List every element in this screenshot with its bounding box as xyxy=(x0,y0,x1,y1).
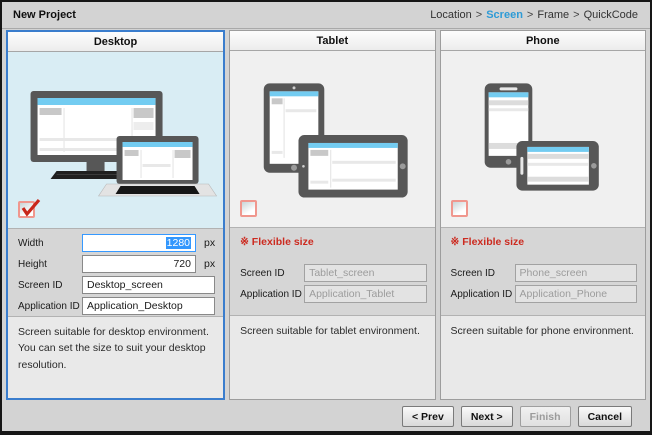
breadcrumb-separator: > xyxy=(527,9,533,21)
column-header-desktop: Desktop xyxy=(8,32,223,52)
desktop-checkbox[interactable] xyxy=(18,201,35,218)
phone-description: Screen suitable for phone environment. xyxy=(441,315,645,399)
desktop-description-line: Screen suitable for desktop environment. xyxy=(18,324,213,340)
spacer xyxy=(240,250,426,264)
phone-description-line: Screen suitable for phone environment. xyxy=(451,323,635,339)
width-label: Width xyxy=(18,238,82,249)
screen-id-label: Screen ID xyxy=(18,280,82,291)
cancel-button[interactable]: Cancel xyxy=(578,406,632,427)
breadcrumb-item-screen[interactable]: Screen xyxy=(486,9,523,21)
page-title: New Project xyxy=(13,9,76,21)
phone-checkbox[interactable] xyxy=(451,200,468,217)
phone-illustration xyxy=(441,51,645,227)
breadcrumb: Location > Screen > Frame > QuickCode xyxy=(430,9,638,21)
column-header-phone: Phone xyxy=(441,31,645,51)
tablet-canvas xyxy=(230,51,434,227)
title-bar: New Project Location > Screen > Frame > … xyxy=(2,2,650,29)
breadcrumb-item-frame[interactable]: Frame xyxy=(537,9,569,21)
desktop-description: Screen suitable for desktop environment.… xyxy=(8,316,223,398)
footer-button-bar: < Prev Next > Finish Cancel xyxy=(402,406,632,427)
phone-application-id-input: Application_Phone xyxy=(515,285,637,303)
application-id-label: Application ID xyxy=(451,289,515,300)
column-header-tablet: Tablet xyxy=(230,31,434,51)
screen-id-field-row: Screen ID Desktop_screen xyxy=(18,276,215,294)
screen-id-field-row: Screen ID Tablet_screen xyxy=(240,264,426,282)
checkmark-icon xyxy=(19,197,43,219)
height-label: Height xyxy=(18,259,82,270)
tablet-description: Screen suitable for tablet environment. xyxy=(230,315,434,399)
column-desktop[interactable]: Desktop xyxy=(6,30,225,400)
screen-id-field-row: Screen ID Phone_screen xyxy=(451,264,637,282)
width-selected-value: 1280 xyxy=(166,237,191,249)
application-id-label: Application ID xyxy=(18,301,82,312)
tablet-application-id-input: Application_Tablet xyxy=(304,285,426,303)
phone-screen-id-input: Phone_screen xyxy=(515,264,637,282)
desktop-canvas xyxy=(8,52,223,228)
breadcrumb-separator: > xyxy=(573,9,579,21)
screen-id-label: Screen ID xyxy=(451,268,515,279)
device-columns: Desktop xyxy=(6,30,646,400)
desktop-screen-id-input[interactable]: Desktop_screen xyxy=(82,276,215,294)
breadcrumb-item-quickcode[interactable]: QuickCode xyxy=(584,9,638,21)
application-id-field-row: Application ID Application_Phone xyxy=(451,285,637,303)
finish-button: Finish xyxy=(520,406,571,427)
column-phone[interactable]: Phone xyxy=(440,30,646,400)
breadcrumb-separator: > xyxy=(476,9,482,21)
tablet-flexible-size-note: ※ Flexible size xyxy=(240,236,426,250)
tablet-description-line: Screen suitable for tablet environment. xyxy=(240,323,424,339)
phone-flexible-size-note: ※ Flexible size xyxy=(451,236,637,250)
tablet-screen-id-input: Tablet_screen xyxy=(304,264,426,282)
application-id-field-row: Application ID Application_Desktop xyxy=(18,297,215,315)
height-unit-label: px xyxy=(204,258,215,270)
desktop-application-id-input[interactable]: Application_Desktop xyxy=(82,297,215,315)
breadcrumb-item-location[interactable]: Location xyxy=(430,9,472,21)
height-input[interactable]: 720 xyxy=(82,255,196,273)
phone-canvas xyxy=(441,51,645,227)
column-tablet[interactable]: Tablet xyxy=(229,30,435,400)
prev-button[interactable]: < Prev xyxy=(402,406,454,427)
screen-id-label: Screen ID xyxy=(240,268,304,279)
new-project-dialog: New Project Location > Screen > Frame > … xyxy=(0,0,652,435)
tablet-fields: ※ Flexible size Screen ID Tablet_screen … xyxy=(230,227,434,315)
tablet-checkbox[interactable] xyxy=(240,200,257,217)
width-field-row: Width 1280 px xyxy=(18,234,215,252)
desktop-fields: Width 1280 px Height 720 px Screen ID De… xyxy=(8,228,223,316)
application-id-label: Application ID xyxy=(240,289,304,300)
width-unit-label: px xyxy=(204,237,215,249)
width-input[interactable]: 1280 xyxy=(82,234,196,252)
application-id-field-row: Application ID Application_Tablet xyxy=(240,285,426,303)
next-button[interactable]: Next > xyxy=(461,406,513,427)
desktop-description-line: You can set the size to suit your deskto… xyxy=(18,340,213,373)
tablet-illustration xyxy=(230,51,434,227)
phone-fields: ※ Flexible size Screen ID Phone_screen A… xyxy=(441,227,645,315)
spacer xyxy=(451,250,637,264)
height-field-row: Height 720 px xyxy=(18,255,215,273)
